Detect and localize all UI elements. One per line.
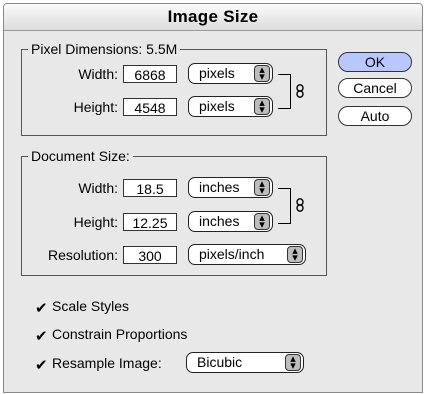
pixel-height-unit-select[interactable]: pixels ▴ ▾ — [188, 96, 273, 117]
pixel-width-unit-select[interactable]: pixels ▴ ▾ — [188, 63, 273, 84]
pixel-width-unit-value: pixels — [199, 65, 235, 81]
pixel-height-field[interactable]: 4548 — [123, 98, 177, 116]
doc-width-unit-value: inches — [199, 179, 240, 195]
document-size-legend: Document Size: — [28, 147, 133, 165]
checkmark-icon: ✔︎ — [35, 300, 48, 317]
ok-button[interactable]: OK — [338, 52, 412, 72]
image-size-dialog: Image Size Pixel Dimensions: 5.5M Width:… — [3, 3, 423, 393]
updown-arrow-icon: ▴ ▾ — [254, 213, 270, 231]
dialog-title: Image Size — [4, 4, 422, 31]
scale-styles-label: Scale Styles — [52, 298, 130, 314]
auto-button[interactable]: Auto — [338, 106, 412, 126]
doc-width-field[interactable]: 18.5 — [123, 179, 177, 197]
doc-height-unit-value: inches — [199, 213, 240, 229]
updown-arrow-icon: ▴ ▾ — [254, 65, 270, 83]
constrain-proportions-label: Constrain Proportions — [52, 326, 188, 342]
updown-arrow-icon: ▴ ▾ — [254, 98, 270, 116]
doc-width-unit-select[interactable]: inches ▴ ▾ — [188, 177, 273, 198]
updown-arrow-icon: ▴ ▾ — [254, 179, 270, 197]
chain-link-icon — [296, 198, 304, 214]
cancel-button[interactable]: Cancel — [338, 78, 412, 98]
checkmark-icon: ✔︎ — [35, 357, 48, 374]
pixel-height-label: Height: — [73, 99, 118, 115]
updown-arrow-icon: ▴ ▾ — [287, 246, 303, 264]
updown-arrow-icon: ▴ ▾ — [285, 354, 301, 372]
resolution-unit-select[interactable]: pixels/inch ▴ ▾ — [188, 244, 306, 265]
pixel-dimensions-legend: Pixel Dimensions: 5.5M — [28, 40, 181, 58]
resample-method-value: Bicubic — [197, 354, 243, 370]
constrain-proportions-checkbox[interactable]: ✔︎ Constrain Proportions — [35, 325, 187, 344]
resample-image-checkbox[interactable]: ✔︎ Resample Image: — [35, 354, 162, 373]
chain-link-icon — [296, 84, 304, 100]
pixel-height-unit-value: pixels — [199, 98, 235, 114]
pixel-width-label: Width: — [78, 66, 118, 82]
pixel-link-bracket — [278, 74, 291, 109]
doc-height-label: Height: — [73, 214, 118, 230]
scale-styles-checkbox[interactable]: ✔︎ Scale Styles — [35, 297, 129, 316]
pixel-width-field[interactable]: 6868 — [123, 65, 177, 83]
doc-width-label: Width: — [78, 180, 118, 196]
resolution-field[interactable]: 300 — [123, 246, 177, 264]
doc-height-unit-select[interactable]: inches ▴ ▾ — [188, 211, 273, 232]
resolution-label: Resolution: — [47, 247, 118, 263]
doc-link-bracket — [278, 188, 291, 224]
resolution-unit-value: pixels/inch — [199, 246, 265, 262]
doc-height-field[interactable]: 12.25 — [123, 213, 177, 231]
checkmark-icon: ✔︎ — [35, 328, 48, 345]
resample-method-select[interactable]: Bicubic ▴ ▾ — [186, 352, 304, 373]
resample-image-label: Resample Image: — [52, 355, 162, 371]
